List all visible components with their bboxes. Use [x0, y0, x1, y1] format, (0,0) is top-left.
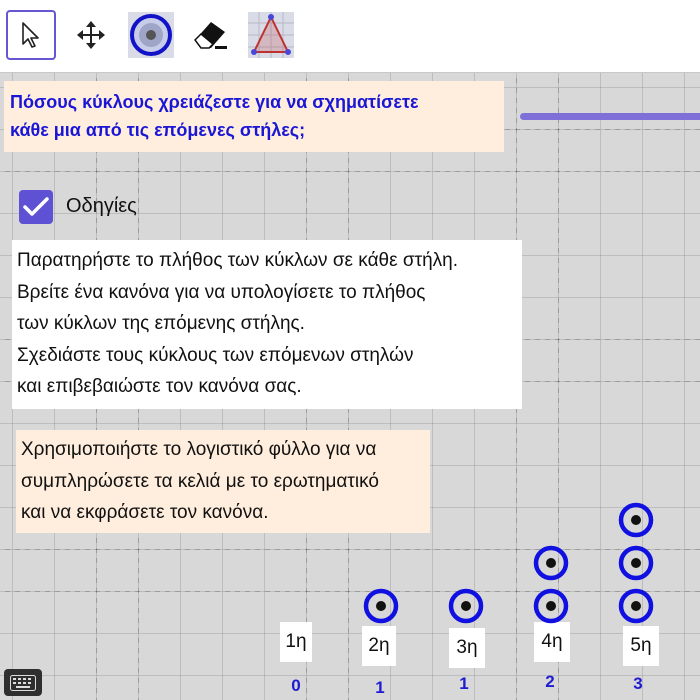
instructions-box: Παρατηρήστε το πλήθος των κύκλων σε κάθε…	[12, 240, 522, 409]
instructions-checkbox-label: Οδηγίες	[66, 195, 137, 217]
column-label-2: 2η	[362, 626, 396, 666]
column-value-3: 1	[459, 674, 469, 693]
checkmark-icon	[23, 197, 49, 216]
toolbar	[0, 0, 700, 73]
circle-icon[interactable]	[363, 588, 399, 624]
note-line: και να εκφράσετε τον κανόνα.	[21, 502, 269, 523]
slider[interactable]	[520, 113, 700, 120]
arrow-pointer-icon	[22, 22, 39, 48]
column-label-4: 4η	[534, 622, 570, 662]
circle-icon[interactable]	[448, 588, 484, 624]
column-value-4: 2	[545, 672, 555, 691]
note-line: Χρησιμοποιήστε το λογιστικό φύλλο για να	[21, 439, 377, 460]
instructions-checkbox[interactable]	[19, 190, 53, 224]
title-line-1: Πόσους κύκλους χρειάζεστε για να σχηματί…	[10, 92, 419, 112]
instruction-line: Παρατηρήστε το πλήθος των κύκλων σε κάθε…	[17, 250, 459, 271]
spreadsheet-note: Χρησιμοποιήστε το λογιστικό φύλλο για να…	[16, 430, 430, 533]
circle-icon[interactable]	[618, 502, 654, 538]
select-tool-button[interactable]	[6, 10, 56, 60]
title-line-2: κάθε μια από τις επόμενες στήλες;	[10, 120, 306, 140]
eraser-icon	[194, 22, 227, 49]
circle-tool-button[interactable]	[126, 10, 176, 60]
circle-icon[interactable]	[618, 588, 654, 624]
instruction-line: των κύκλων της επόμενης στήλης.	[17, 313, 305, 334]
instruction-line: Σχεδιάστε τους κύκλους των επόμενων στηλ…	[17, 344, 414, 366]
circle-icon[interactable]	[533, 588, 569, 624]
triangle-icon	[248, 12, 294, 58]
question-title: Πόσους κύκλους χρειάζεστε για να σχηματί…	[4, 81, 504, 152]
column-label-3: 3η	[449, 628, 485, 668]
column-label-5: 5η	[623, 626, 659, 666]
column-value-2: 1	[375, 678, 385, 697]
keyboard-button[interactable]	[4, 669, 42, 696]
move-arrows-icon	[77, 21, 105, 49]
circle-icon[interactable]	[618, 545, 654, 581]
eraser-tool-button[interactable]	[186, 10, 236, 60]
note-line: συμπληρώσετε τα κελιά με το ερωτηματικό	[21, 470, 379, 492]
instruction-line: Βρείτε ένα κανόνα για να υπολογίσετε το …	[17, 281, 426, 303]
move-tool-button[interactable]	[66, 10, 116, 60]
circle-icon[interactable]	[533, 545, 569, 581]
keyboard-icon	[10, 674, 36, 691]
instruction-line: και επιβεβαιώστε τον κανόνα σας.	[17, 376, 302, 397]
column-label-1: 1η	[280, 622, 312, 662]
triangle-tool-button[interactable]	[246, 10, 296, 60]
column-value-5: 3	[633, 674, 643, 693]
target-circle-icon	[128, 12, 174, 58]
column-value-1: 0	[291, 676, 301, 695]
